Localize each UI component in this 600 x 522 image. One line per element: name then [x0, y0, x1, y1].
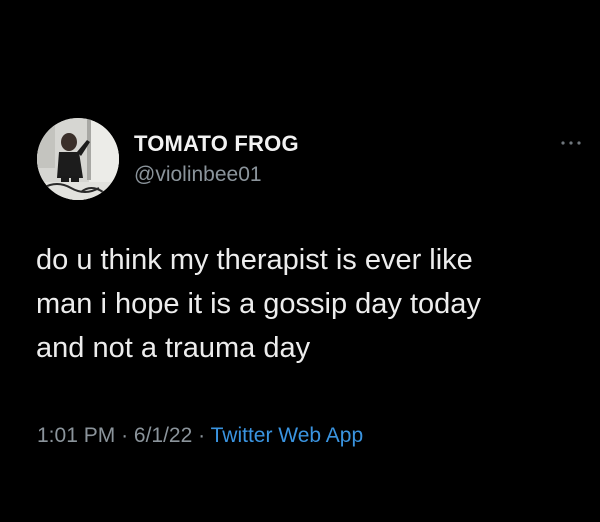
- meta-separator: ·: [198, 424, 206, 447]
- tweet-time[interactable]: 1:01 PM: [37, 424, 115, 447]
- tweet-text-line: man i hope it is a gossip day today: [36, 288, 481, 320]
- avatar-photo-icon: [37, 118, 119, 200]
- display-name[interactable]: TOMATO FROG: [134, 131, 299, 157]
- tweet-text: do u think my therapist is ever like man…: [36, 238, 586, 370]
- tweet-text-line: and not a trauma day: [36, 332, 311, 364]
- ellipsis-icon[interactable]: [560, 136, 582, 148]
- meta-separator: ·: [121, 424, 129, 447]
- tweet-date[interactable]: 6/1/22: [134, 424, 192, 447]
- user-handle[interactable]: @violinbee01: [134, 163, 262, 187]
- tweet-text-line: do u think my therapist is ever like: [36, 244, 473, 276]
- tweet-metadata: 1:01 PM · 6/1/22 · Twitter Web App: [37, 424, 363, 448]
- avatar[interactable]: [37, 118, 119, 200]
- tweet-card: TOMATO FROG @violinbee01 do u think my t…: [0, 0, 600, 522]
- tweet-source-link[interactable]: Twitter Web App: [211, 424, 364, 447]
